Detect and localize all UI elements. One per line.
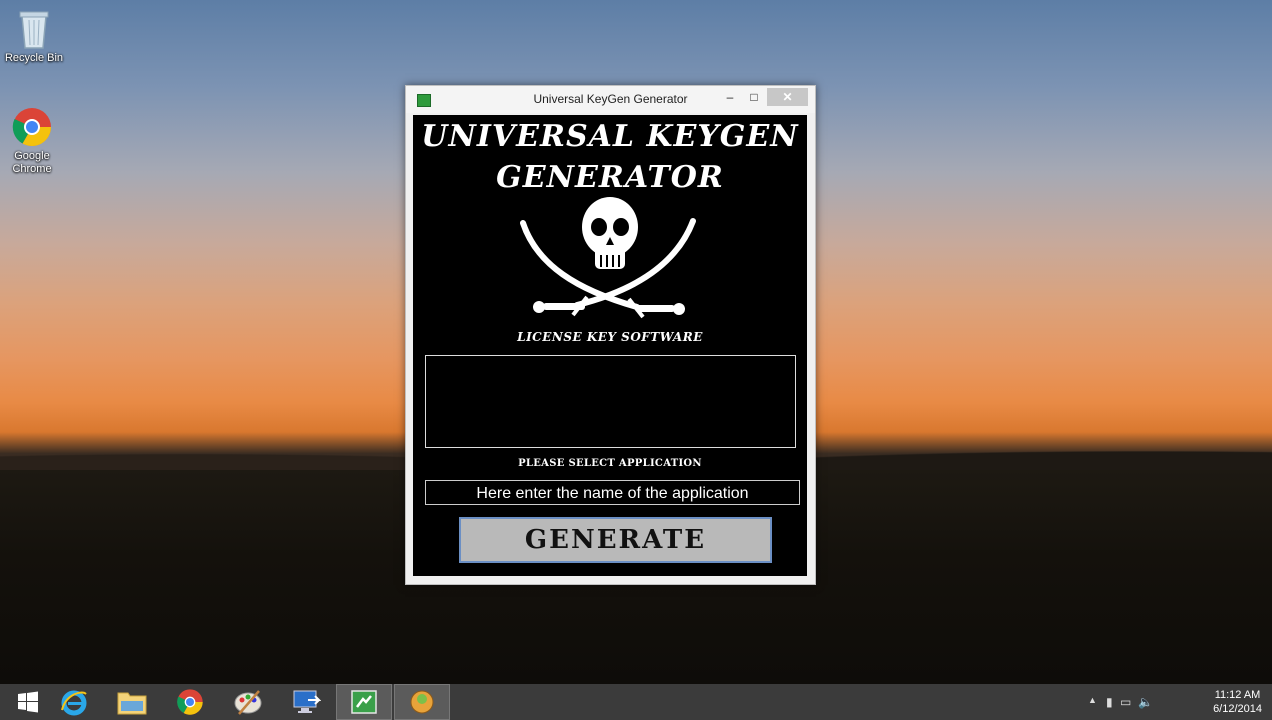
windows-logo-icon: [18, 691, 38, 713]
taskbar-keygen[interactable]: [336, 684, 392, 720]
clock-time: 11:12 AM: [1214, 689, 1261, 701]
folder-icon: [117, 692, 147, 715]
recycle-bin-icon: [19, 11, 49, 49]
heading-line-2: GENERATOR: [496, 160, 724, 195]
chrome-icon: [177, 689, 203, 715]
skull-crossed-swords-icon: [520, 197, 696, 319]
chrome-icon: [12, 108, 52, 147]
battery-icon[interactable]: ▮: [1106, 695, 1113, 709]
clock[interactable]: 11:12 AM 6/12/2014: [1213, 688, 1262, 716]
taskbar: ▲ ▮ ▭ 🔈 11:12 AM 6/12/2014: [0, 684, 1272, 720]
taskbar-paint[interactable]: [220, 684, 276, 720]
taskbar-installer[interactable]: [394, 684, 450, 720]
minimize-button[interactable]: –: [719, 88, 741, 106]
key-output-box[interactable]: [425, 355, 796, 448]
volume-icon[interactable]: 🔈: [1138, 695, 1153, 709]
network-icon[interactable]: ▭: [1120, 695, 1131, 709]
taskbar-chrome[interactable]: [162, 684, 218, 720]
desktop-icon-google-chrome[interactable]: Google Chrome: [0, 106, 64, 176]
clock-date: 6/12/2014: [1213, 703, 1262, 715]
desktop-icon-recycle-bin[interactable]: Recycle Bin: [2, 8, 66, 65]
maximize-button[interactable]: □: [743, 88, 765, 106]
heading-line-1: UNIVERSAL KEYGEN: [421, 119, 799, 154]
remote-desktop-icon: [293, 690, 321, 713]
taskbar-file-explorer[interactable]: [104, 684, 160, 720]
select-application-label: PLEASE SELECT APPLICATION: [518, 458, 702, 469]
keygen-panel: UNIVERSAL KEYGEN GENERATOR LICENSE KEY S…: [413, 115, 807, 576]
window-titlebar[interactable]: Universal KeyGen Generator – □ ✕: [406, 86, 815, 113]
close-button[interactable]: ✕: [767, 88, 808, 106]
generate-button[interactable]: GENERATE: [459, 517, 772, 563]
taskbar-internet-explorer[interactable]: [46, 684, 102, 720]
show-hidden-icons-icon[interactable]: ▲: [1088, 695, 1097, 705]
installer-icon: [410, 690, 434, 714]
desktop-icon-label: Recycle Bin: [4, 52, 64, 64]
system-tray: ▲ ▮ ▭ 🔈 11:12 AM 6/12/2014: [1088, 684, 1272, 720]
application-name-input[interactable]: Here enter the name of the application: [425, 480, 800, 505]
taskbar-remote-desktop[interactable]: [278, 684, 334, 720]
paint-palette-icon: [234, 690, 262, 715]
keygen-app-icon: [351, 690, 377, 714]
desktop-icon-label: Google Chrome: [12, 150, 52, 175]
tagline: LICENSE KEY SOFTWARE: [517, 330, 703, 344]
internet-explorer-icon: [61, 690, 87, 716]
keygen-window: Universal KeyGen Generator – □ ✕ UNIVERS…: [405, 85, 816, 585]
